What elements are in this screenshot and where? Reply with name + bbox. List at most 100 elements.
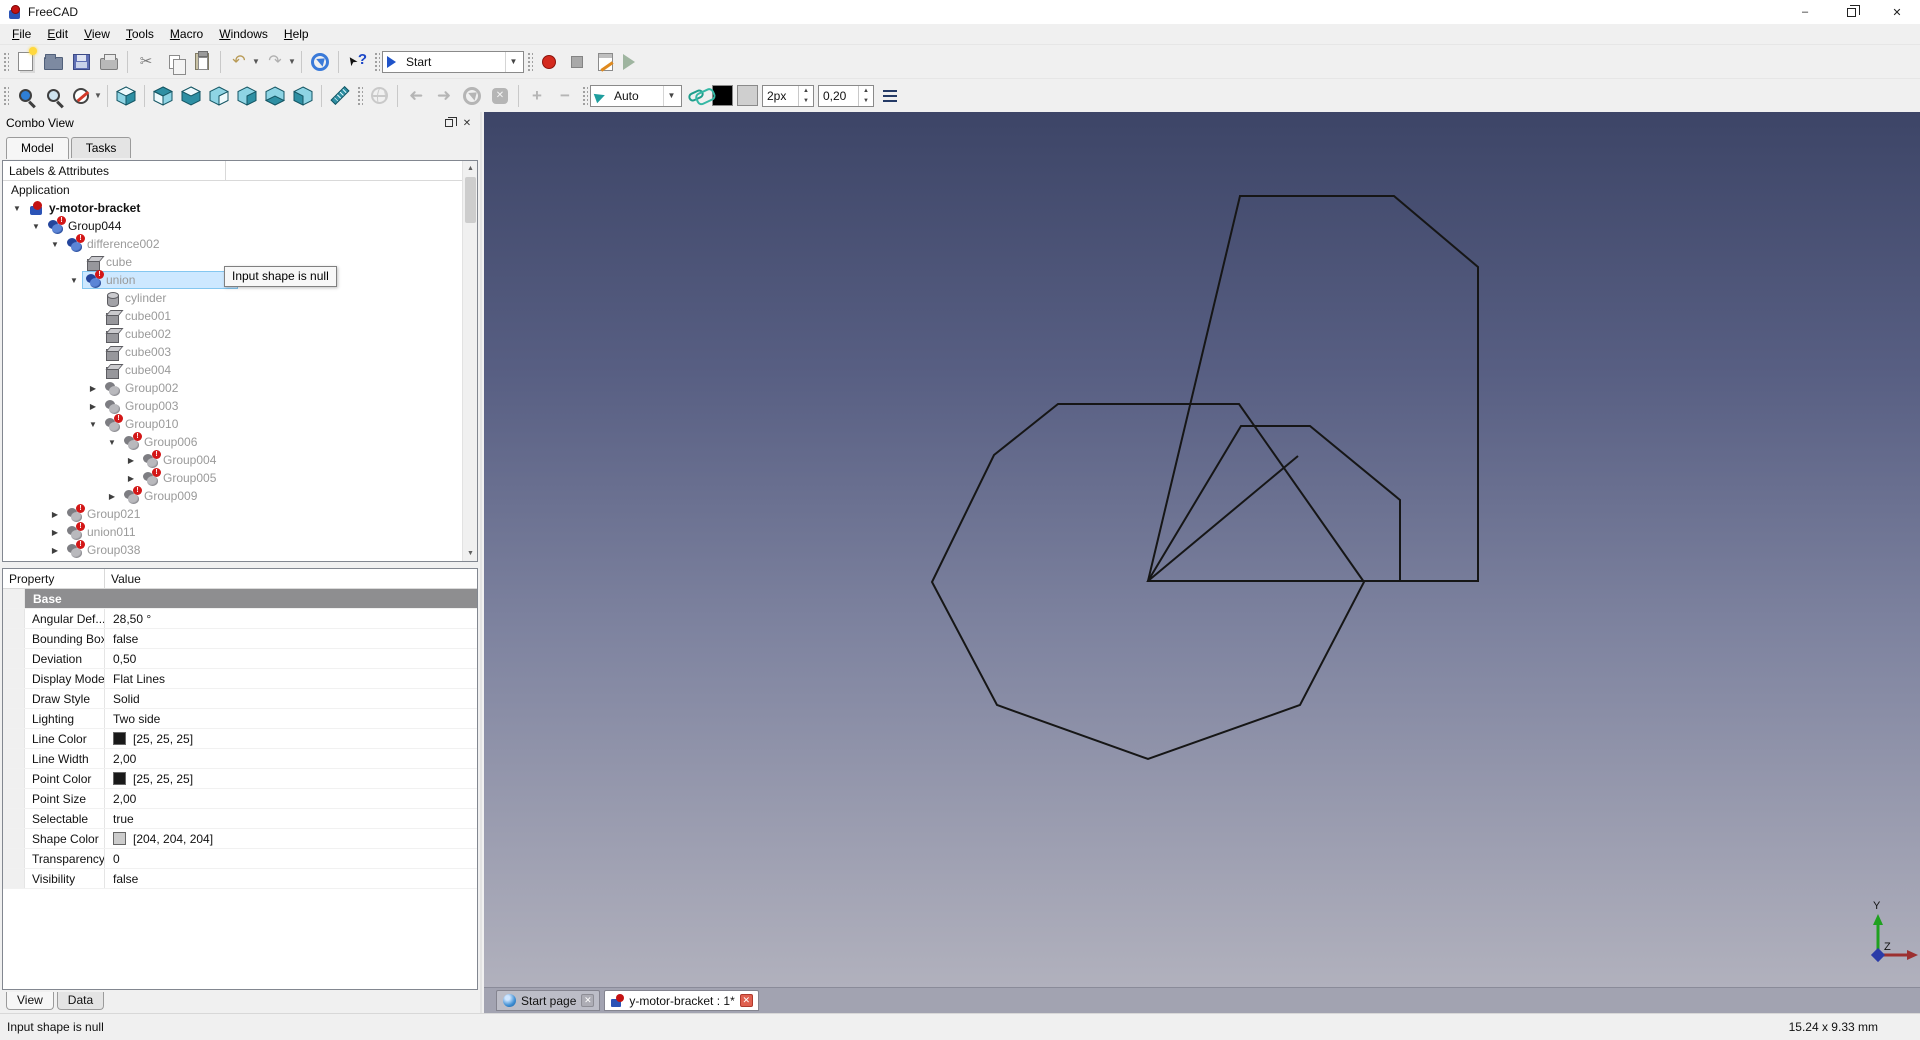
tree-item-cube001[interactable]: cube001 bbox=[3, 307, 477, 325]
tree-item-cube004[interactable]: cube004 bbox=[3, 361, 477, 379]
face-color-swatch[interactable] bbox=[737, 85, 758, 106]
tree-item-Group010[interactable]: ▼! Group010 bbox=[3, 413, 477, 433]
toolbar-handle[interactable] bbox=[2, 50, 9, 73]
nav-forward-button[interactable]: ➜ bbox=[431, 83, 457, 109]
tree-expander[interactable]: ▶ bbox=[123, 456, 139, 465]
cut-button[interactable]: ✂ bbox=[133, 49, 159, 75]
scroll-up-arrow[interactable]: ▲ bbox=[463, 161, 478, 176]
property-value[interactable]: true bbox=[105, 812, 134, 826]
zoom-out-button[interactable]: − bbox=[552, 83, 578, 109]
property-value[interactable]: Solid bbox=[105, 692, 140, 706]
property-row-selectable[interactable]: Selectable true bbox=[3, 809, 477, 829]
print-button[interactable] bbox=[96, 49, 122, 75]
property-value[interactable]: false bbox=[105, 632, 138, 646]
close-button[interactable]: ✕ bbox=[1874, 0, 1920, 24]
toolbar-handle[interactable] bbox=[581, 84, 588, 107]
menu-item-help[interactable]: Help bbox=[276, 25, 317, 43]
property-value[interactable]: 0,50 bbox=[105, 652, 136, 666]
close-panel-button[interactable]: ✕ bbox=[458, 115, 476, 131]
tree-scrollbar[interactable]: ▲ ▼ bbox=[462, 161, 477, 561]
menu-item-macro[interactable]: Macro bbox=[162, 25, 211, 43]
property-row-deviation[interactable]: Deviation 0,50 bbox=[3, 649, 477, 669]
tree-item-y-motor-bracket[interactable]: ▼ y-motor-bracket bbox=[3, 199, 477, 217]
tree-expander[interactable]: ▶ bbox=[47, 528, 63, 537]
spinner-arrows[interactable]: ▲ ▼ bbox=[858, 85, 873, 106]
property-row-shape-color[interactable]: Shape Color [204, 204, 204] bbox=[3, 829, 477, 849]
restore-button[interactable] bbox=[1828, 0, 1874, 24]
workbench-selector[interactable]: Start ▼ bbox=[382, 50, 524, 73]
tab-model[interactable]: Model bbox=[6, 137, 69, 159]
tree-item-cube002[interactable]: cube002 bbox=[3, 325, 477, 343]
scroll-down-arrow[interactable]: ▼ bbox=[463, 546, 478, 561]
tree-expander[interactable]: ▶ bbox=[85, 384, 101, 393]
draw-style-button[interactable] bbox=[68, 83, 94, 109]
tab-data[interactable]: Data bbox=[56, 992, 105, 1010]
property-value[interactable]: Flat Lines bbox=[105, 672, 165, 686]
tree-item-Group005[interactable]: ▶! Group005 bbox=[3, 467, 477, 487]
undo-button[interactable]: ↶ bbox=[226, 49, 252, 75]
tree-expander[interactable]: ▼ bbox=[85, 420, 101, 429]
draft-autogroup-selector[interactable]: Auto ▼ bbox=[590, 84, 682, 107]
fit-selection-button[interactable] bbox=[40, 83, 66, 109]
property-row-lighting[interactable]: Lighting Two side bbox=[3, 709, 477, 729]
property-row-angular-def-[interactable]: Angular Def... 28,50 ° bbox=[3, 609, 477, 629]
tree-expander[interactable]: ▶ bbox=[85, 402, 101, 411]
macro-record-button[interactable] bbox=[536, 49, 562, 75]
scroll-thumb[interactable] bbox=[465, 177, 476, 223]
property-value[interactable]: 0 bbox=[105, 852, 120, 866]
property-row-display-mode[interactable]: Display Mode Flat Lines bbox=[3, 669, 477, 689]
tab-document[interactable]: y-motor-bracket : 1* ✕ bbox=[604, 990, 759, 1011]
tree-expander[interactable]: ▼ bbox=[9, 204, 25, 213]
paste-button[interactable] bbox=[189, 49, 215, 75]
redo-dropdown[interactable]: ▼ bbox=[287, 57, 297, 66]
property-value[interactable]: [204, 204, 204] bbox=[105, 832, 213, 846]
property-value[interactable]: 28,50 ° bbox=[105, 612, 151, 626]
view-rear-button[interactable] bbox=[234, 83, 260, 109]
draft-tray-menu-button[interactable] bbox=[877, 83, 903, 109]
nav-back-button[interactable]: ➜ bbox=[403, 83, 429, 109]
nav-stop-button[interactable]: ✕ bbox=[487, 83, 513, 109]
measure-button[interactable] bbox=[327, 83, 353, 109]
tree-item-cylinder[interactable]: cylinder bbox=[3, 289, 477, 307]
float-panel-button[interactable] bbox=[440, 115, 458, 131]
tree-expander[interactable]: ▶ bbox=[104, 492, 120, 501]
view-front-button[interactable] bbox=[150, 83, 176, 109]
property-value[interactable]: 2,00 bbox=[105, 792, 136, 806]
toolbar-handle[interactable] bbox=[356, 84, 363, 107]
zoom-in-button[interactable]: + bbox=[524, 83, 550, 109]
copy-button[interactable] bbox=[161, 49, 187, 75]
undo-dropdown[interactable]: ▼ bbox=[251, 57, 261, 66]
macro-edit-button[interactable] bbox=[592, 49, 618, 75]
tree-item-Group004[interactable]: ▶! Group004 bbox=[3, 449, 477, 469]
tab-view[interactable]: View bbox=[6, 992, 54, 1010]
open-button[interactable] bbox=[40, 49, 66, 75]
tab-tasks[interactable]: Tasks bbox=[70, 137, 132, 158]
property-row-line-width[interactable]: Line Width 2,00 bbox=[3, 749, 477, 769]
tree-item-Group002[interactable]: ▶ Group002 bbox=[3, 379, 477, 397]
fit-all-button[interactable] bbox=[12, 83, 38, 109]
tree-expander[interactable]: ▼ bbox=[104, 438, 120, 447]
tree-item-Group003[interactable]: ▶ Group003 bbox=[3, 397, 477, 415]
tree-expander[interactable]: ▼ bbox=[47, 240, 63, 249]
tree-expander[interactable]: ▶ bbox=[47, 510, 63, 519]
menu-item-file[interactable]: File bbox=[4, 25, 39, 43]
close-tab-icon[interactable]: ✕ bbox=[739, 994, 753, 1007]
property-row-line-color[interactable]: Line Color [25, 25, 25] bbox=[3, 729, 477, 749]
save-button[interactable] bbox=[68, 49, 94, 75]
menu-item-tools[interactable]: Tools bbox=[118, 25, 162, 43]
3d-viewport[interactable]: Y X Z bbox=[484, 112, 1920, 987]
tree-expander[interactable]: ▶ bbox=[47, 546, 63, 555]
tree-item-Group044[interactable]: ▼! Group044 bbox=[3, 215, 477, 235]
view-bottom-button[interactable] bbox=[262, 83, 288, 109]
nav-refresh-button[interactable] bbox=[459, 83, 485, 109]
spinner-arrows[interactable]: ▲ ▼ bbox=[798, 85, 813, 106]
menu-item-windows[interactable]: Windows bbox=[211, 25, 276, 43]
tree-item-Group021[interactable]: ▶! Group021 bbox=[3, 503, 477, 523]
close-tab-icon[interactable]: ✕ bbox=[581, 994, 595, 1007]
whats-this-button[interactable] bbox=[344, 49, 370, 75]
macro-play-button[interactable] bbox=[620, 49, 646, 75]
property-row-bounding-box[interactable]: Bounding Box false bbox=[3, 629, 477, 649]
tab-start-page[interactable]: Start page ✕ bbox=[496, 990, 601, 1011]
draw-style-dropdown[interactable]: ▼ bbox=[93, 91, 103, 100]
tree-expander[interactable]: ▶ bbox=[123, 474, 139, 483]
